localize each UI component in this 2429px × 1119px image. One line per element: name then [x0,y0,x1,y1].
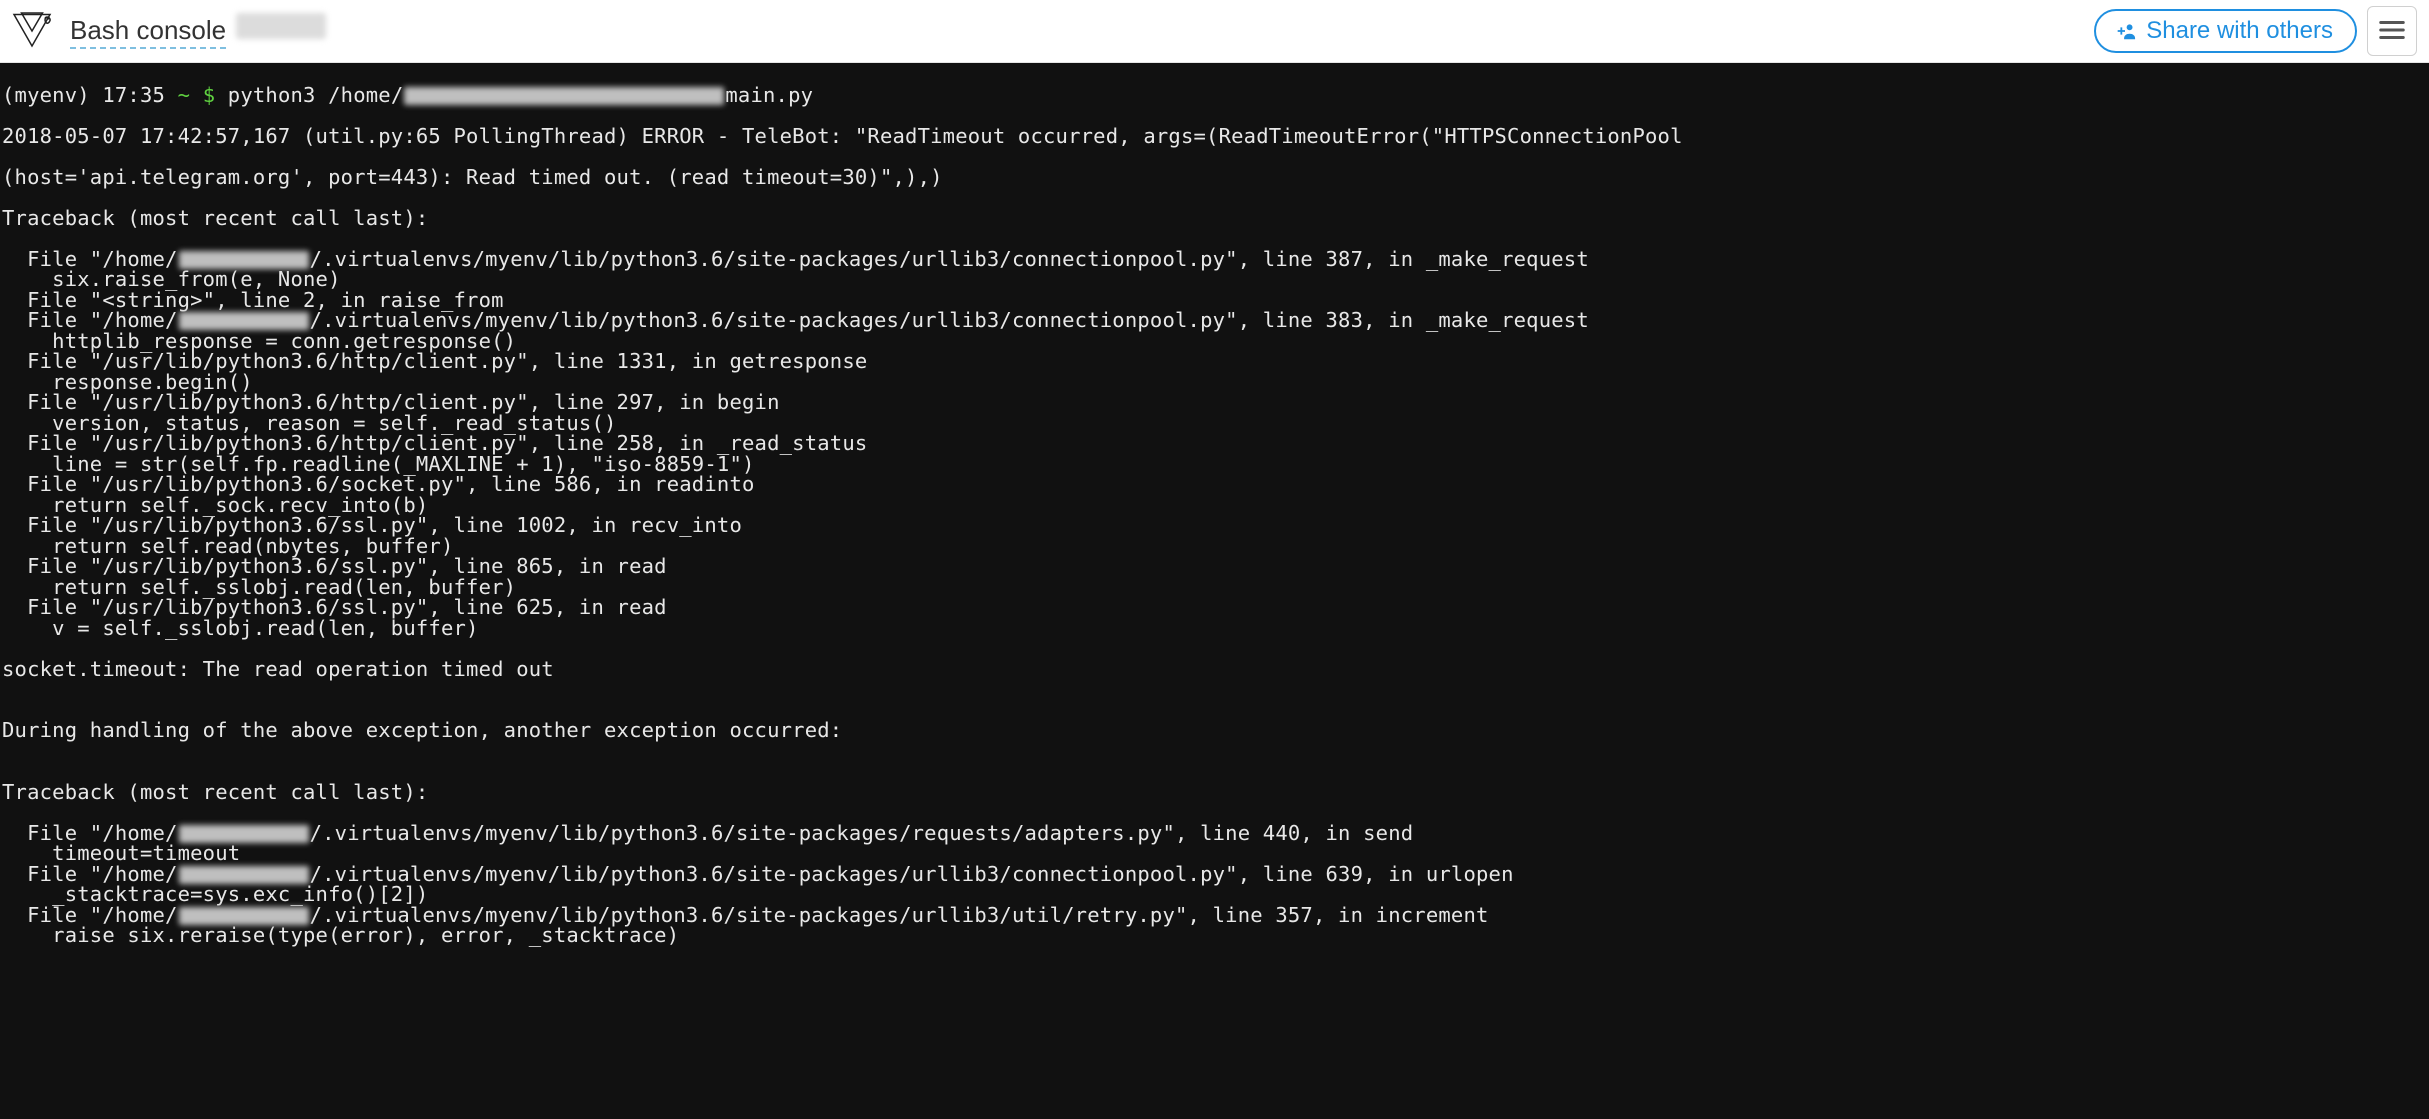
terminal-output-line: (host='api.telegram.org', port=443): Rea… [2,167,2429,188]
traceback-code-line: timeout=timeout [2,843,2429,864]
traceback-frames-2: File "/home//.virtualenvs/myenv/lib/pyth… [2,823,2429,946]
traceback-code-line: six.raise_from(e, None) [2,269,2429,290]
traceback-code-line: line = str(self.fp.readline(_MAXLINE + 1… [2,454,2429,475]
snake-logo-icon [8,4,56,59]
prompt-env: (myenv) [2,83,90,107]
traceback-file-line: File "/usr/lib/python3.6/ssl.py", line 8… [2,556,2429,577]
terminal-output-line: 2018-05-07 17:42:57,167 (util.py:65 Poll… [2,126,2429,147]
traceback-code-line: response.begin() [2,372,2429,393]
console-title-link[interactable]: Bash console [70,15,226,49]
terminal-output-line: Traceback (most recent call last): [2,782,2429,803]
traceback-code-line: _stacktrace=sys.exc_info()[2]) [2,884,2429,905]
terminal[interactable]: (myenv) 17:35 ~ $ python3 /home/main.py … [0,63,2429,1119]
prompt-command-post: main.py [725,83,813,107]
terminal-output-line: Traceback (most recent call last): [2,208,2429,229]
redacted-path [179,825,309,843]
traceback-file-line: File "/usr/lib/python3.6/ssl.py", line 1… [2,515,2429,536]
traceback-code-line: version, status, reason = self._read_sta… [2,413,2429,434]
traceback-file-line: File "/home//.virtualenvs/myenv/lib/pyth… [2,864,2429,885]
redacted-path [404,87,724,105]
add-user-icon [2114,20,2136,42]
traceback-file-line: File "/home//.virtualenvs/myenv/lib/pyth… [2,823,2429,844]
redacted-path [179,251,309,269]
topbar-left: Bash console [8,7,326,55]
traceback-file-line: File "/usr/lib/python3.6/socket.py", lin… [2,474,2429,495]
prompt-symbol: $ [203,83,216,107]
prompt-time: 17:35 [102,83,165,107]
console-id-redacted [236,13,326,39]
redacted-path [179,312,309,330]
prompt-cwd: ~ [178,83,191,107]
site-logo[interactable] [8,7,56,55]
traceback-file-line: File "/usr/lib/python3.6/http/client.py"… [2,351,2429,372]
traceback-file-line: File "<string>", line 2, in raise_from [2,290,2429,311]
terminal-output-line: During handling of the above exception, … [2,720,2429,741]
share-button-label: Share with others [2146,19,2333,43]
redacted-path [179,866,309,884]
traceback-file-line: File "/home//.virtualenvs/myenv/lib/pyth… [2,249,2429,270]
traceback-code-line: return self._sock.recv_into(b) [2,495,2429,516]
traceback-file-line: File "/home//.virtualenvs/myenv/lib/pyth… [2,905,2429,926]
traceback-frames-1: File "/home//.virtualenvs/myenv/lib/pyth… [2,249,2429,639]
traceback-file-line: File "/usr/lib/python3.6/ssl.py", line 6… [2,597,2429,618]
traceback-code-line: raise six.reraise(type(error), error, _s… [2,925,2429,946]
traceback-file-line: File "/home//.virtualenvs/myenv/lib/pyth… [2,310,2429,331]
prompt-command-pre: python3 /home/ [228,83,404,107]
hamburger-icon [2377,15,2407,48]
terminal-output-line: socket.timeout: The read operation timed… [2,659,2429,680]
traceback-file-line: File "/usr/lib/python3.6/http/client.py"… [2,433,2429,454]
share-button[interactable]: Share with others [2094,9,2357,53]
topbar-right: Share with others [2094,6,2417,56]
terminal-prompt-line: (myenv) 17:35 ~ $ python3 /home/main.py [2,85,2429,106]
redacted-path [179,907,309,925]
menu-button[interactable] [2367,6,2417,56]
topbar: Bash console Share with others [0,0,2429,63]
traceback-code-line: httplib_response = conn.getresponse() [2,331,2429,352]
traceback-file-line: File "/usr/lib/python3.6/http/client.py"… [2,392,2429,413]
page-title: Bash console [70,13,326,49]
traceback-code-line: v = self._sslobj.read(len, buffer) [2,618,2429,639]
traceback-code-line: return self.read(nbytes, buffer) [2,536,2429,557]
traceback-code-line: return self._sslobj.read(len, buffer) [2,577,2429,598]
